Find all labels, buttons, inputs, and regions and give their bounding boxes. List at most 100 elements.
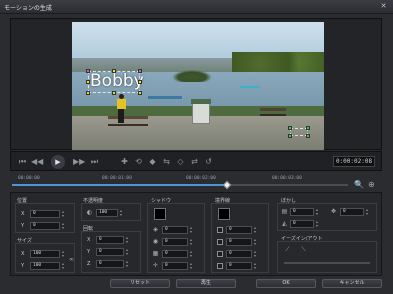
opacity-field[interactable]: 100: [96, 209, 118, 217]
spin-arrows-icon[interactable]: ▴ ▾: [120, 209, 124, 217]
spin-arrows-icon[interactable]: ▴ ▾: [62, 262, 66, 270]
ease-in-icon[interactable]: ⟋: [284, 246, 291, 253]
cancel-button[interactable]: キャンセル: [322, 279, 382, 288]
border-field-4[interactable]: 0: [226, 262, 252, 270]
reset-motion-icon[interactable]: ↺: [203, 156, 214, 167]
add-keyframe-icon[interactable]: ✚: [119, 156, 130, 167]
resize-handle[interactable]: [86, 91, 90, 95]
resize-handle[interactable]: [288, 134, 292, 138]
blur-move-icon: ✥: [330, 208, 337, 215]
previous-frame-button[interactable]: ◀◀: [31, 156, 43, 167]
blur-field-2[interactable]: 0: [290, 220, 314, 228]
spin-arrows-icon[interactable]: ▴ ▾: [126, 248, 130, 256]
reverse-icon[interactable]: ⇄: [189, 156, 200, 167]
playhead-keyframe-icon[interactable]: [222, 180, 232, 190]
preview-canvas[interactable]: Bobby: [72, 22, 324, 150]
scene-kayak: [240, 86, 260, 88]
close-icon[interactable]: ✕: [379, 2, 388, 11]
spin-arrows-icon[interactable]: ▴ ▾: [62, 250, 66, 258]
border-checkbox[interactable]: [217, 227, 223, 233]
border-field-3[interactable]: 0: [226, 250, 252, 258]
next-frame-button[interactable]: ▶▶: [73, 156, 85, 167]
resize-handle[interactable]: [138, 69, 142, 73]
title-bar: モーションの生成 ✕: [0, 0, 393, 14]
spin-arrows-icon[interactable]: ▴ ▾: [316, 220, 320, 228]
spin-arrows-icon[interactable]: ▴ ▾: [126, 260, 130, 268]
resize-handle[interactable]: [138, 80, 142, 84]
border-checkbox[interactable]: [217, 239, 223, 245]
border-checkbox[interactable]: [217, 263, 223, 269]
spin-arrows-icon[interactable]: ▴ ▾: [126, 236, 130, 244]
resize-handle[interactable]: [86, 80, 90, 84]
resize-handle[interactable]: [288, 126, 292, 130]
properties-panel: 位置 X 0 ▴ ▾ Y 0 ▴ ▾ サイズ X 100 ▴ ▾ Y 100 ▴ ▾ ∞…: [10, 192, 382, 276]
size-x-field[interactable]: 100: [30, 250, 60, 258]
keyframe-icon[interactable]: ◆: [147, 156, 158, 167]
undo-keyframe-icon[interactable]: ⟲: [133, 156, 144, 167]
position-x-field[interactable]: 0: [30, 210, 60, 218]
zoom-out-icon[interactable]: 🔍: [354, 180, 364, 189]
resize-handle[interactable]: [306, 134, 310, 138]
position-group: X 0 ▴ ▾ Y 0 ▴ ▾: [15, 203, 75, 233]
resize-handle[interactable]: [138, 91, 142, 95]
go-to-end-button[interactable]: ⏭: [89, 156, 100, 167]
easing-slider[interactable]: [284, 262, 370, 264]
spin-arrows-icon[interactable]: ▴ ▾: [62, 210, 66, 218]
direction-icon: ◉: [152, 238, 159, 245]
position-y-field[interactable]: 0: [30, 222, 60, 230]
title-text[interactable]: Bobby: [90, 71, 144, 91]
shadow-field-2[interactable]: 0: [162, 238, 188, 246]
blur-field-1[interactable]: 0: [290, 208, 314, 216]
resize-handle[interactable]: [112, 69, 116, 73]
border-color-swatch[interactable]: [218, 208, 230, 220]
tick-label: 00:00:00: [18, 176, 40, 181]
size-y-field[interactable]: 100: [30, 262, 60, 270]
timeline-ruler[interactable]: 00:00:00 00:00:01:00 00:00:02:00 00:00:0…: [10, 174, 382, 190]
spin-arrows-icon[interactable]: ▴ ▾: [190, 226, 194, 234]
title-text-object[interactable]: Bobby: [86, 69, 144, 95]
rotation-x-field[interactable]: 0: [96, 236, 124, 244]
spin-arrows-icon[interactable]: ▴ ▾: [366, 208, 370, 216]
spin-arrows-icon[interactable]: ▴ ▾: [254, 262, 258, 270]
spin-arrows-icon[interactable]: ▴ ▾: [254, 238, 258, 246]
spin-arrows-icon[interactable]: ▴ ▾: [254, 226, 258, 234]
scene-trashcan: [191, 99, 211, 124]
opacity-icon: ◐: [86, 209, 93, 216]
shadow-field-4[interactable]: 0: [162, 262, 188, 270]
motion-end-box[interactable]: [288, 126, 310, 138]
rotation-y-field[interactable]: 0: [96, 248, 124, 256]
border-field-2[interactable]: 0: [226, 238, 252, 246]
timecode-display[interactable]: 0:00:02:08: [333, 156, 375, 167]
zoom-in-icon[interactable]: ⊕: [368, 180, 377, 189]
spin-arrows-icon[interactable]: ▴ ▾: [316, 208, 320, 216]
blur-field-3[interactable]: 0: [340, 208, 364, 216]
shadow-field-3[interactable]: 0: [162, 250, 188, 258]
spin-arrows-icon[interactable]: ▴ ▾: [190, 238, 194, 246]
shadow-color-swatch[interactable]: [154, 208, 166, 220]
spin-arrows-icon[interactable]: ▴ ▾: [190, 250, 194, 258]
preview-button[interactable]: 再生: [176, 279, 236, 288]
spin-arrows-icon[interactable]: ▴ ▾: [254, 250, 258, 258]
link-icon[interactable]: ∞: [68, 256, 75, 263]
reset-button[interactable]: リセット: [110, 279, 170, 288]
spin-arrows-icon[interactable]: ▴ ▾: [62, 222, 66, 230]
resize-handle[interactable]: [86, 69, 90, 73]
go-to-start-button[interactable]: ⏮: [17, 156, 28, 167]
swap-keyframe-icon[interactable]: ⇆: [161, 156, 172, 167]
border-checkbox[interactable]: [217, 251, 223, 257]
play-button[interactable]: ▶: [51, 155, 65, 169]
ease-out-icon[interactable]: ⟍: [300, 246, 307, 253]
scene-boat: [148, 96, 182, 99]
timeline-progress: [12, 184, 228, 186]
border-field-1[interactable]: 0: [226, 226, 252, 234]
spin-arrows-icon[interactable]: ▴ ▾: [190, 262, 194, 270]
resize-handle[interactable]: [112, 91, 116, 95]
resize-handle[interactable]: [306, 126, 310, 130]
rotation-z-field[interactable]: 0: [96, 260, 124, 268]
empty-keyframe-icon[interactable]: ◇: [175, 156, 186, 167]
shadow-field-1[interactable]: 0: [162, 226, 188, 234]
transport-bar: ⏮ ◀◀ ▶ ▶▶ ⏭ ✚ ⟲ ◆ ⇆ ◇ ⇄ ↺ 0:00:02:08: [10, 151, 382, 171]
ok-button[interactable]: OK: [256, 279, 316, 288]
transparency-icon: ✛: [152, 262, 159, 269]
y-label: Y: [87, 249, 91, 255]
